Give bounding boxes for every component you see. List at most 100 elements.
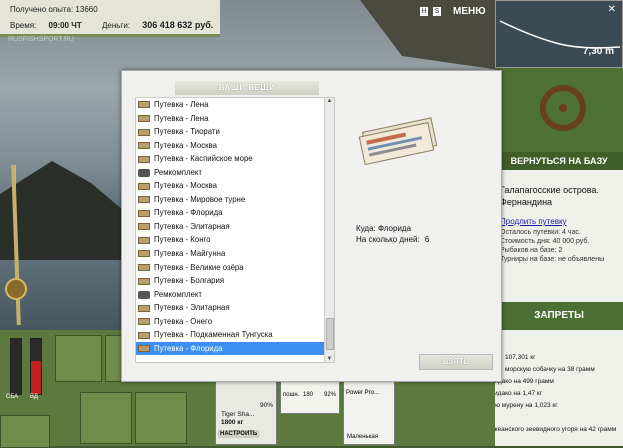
list-item[interactable]: Путевка - Болгария [136,274,334,288]
location-line2: Фернандина [500,197,553,207]
depth-value: 7,30 m [582,46,614,57]
dialog-title: ВАШИ ВЕЩИ [175,81,319,95]
list-item-label: Путевка - Флорида [154,343,223,353]
list-item[interactable]: Путевка - Тиорати [136,125,334,139]
ticket-image [358,117,438,166]
scroll-up-icon[interactable]: ▲ [325,98,334,104]
tackle-reel-caption: Маленькая [347,434,379,440]
exp-value: 13660 [75,5,98,14]
time-money-row: Время: 09:00 ЧТ Деньги: 306 418 632 руб. [10,20,220,30]
base-info: Осталось путевки: 4 час. Стоимость дня: … [500,228,604,264]
ticket-icon [138,182,150,190]
list-item[interactable]: Путевка - Майгунна [136,247,334,261]
list-item[interactable]: Путевка - Флорида [136,206,334,220]
list-item[interactable]: Путевка - Элитарная [136,220,334,234]
items-list[interactable]: Путевка - Лена Путевка - Лена Путевка - Ти… [135,97,335,363]
site-watermark: RUSFISHSPORT.RU [8,36,74,43]
list-item[interactable]: Путевка - Конго [136,233,334,247]
prolong-ticket-link[interactable]: Продлить путевку [500,217,567,226]
info-line: Рыбаков на базе: 2 [500,247,563,254]
info-line: Стоимость дня: 40 000 руб. [500,238,590,245]
list-scrollbar[interactable]: ▲ ▼ [324,98,334,362]
list-item[interactable]: Путевка - Москва [136,179,334,193]
ticket-details: Куда: Флорида На сколько дней: 6 [356,223,429,245]
scroll-thumb[interactable] [326,318,334,350]
list-item[interactable]: Путевка - Лена [136,112,334,126]
list-item[interactable]: Путевка - Мировое турне [136,193,334,207]
list-item[interactable]: Ремкомплект [136,288,334,302]
list-item[interactable]: Путевка - Лена [136,98,334,112]
info-line: Турниры на базе: не объявлены [500,256,605,263]
tackle-percent: 90% [259,402,273,409]
ticket-icon [138,142,150,150]
repair-kit-icon [138,168,150,177]
ship-wheel-icon[interactable] [540,85,586,131]
menu-button[interactable]: МЕНЮ [453,6,486,17]
list-item-label: Путевка - Москва [154,140,217,150]
reel-icon [5,278,27,300]
list-item-label: Путевка - Подкаменная Тунгуска [154,330,273,340]
bucket-slot[interactable] [135,392,187,444]
list-item[interactable]: Путевка - Флорида [136,341,334,356]
list-item-label: Путевка - Болгария [154,276,225,286]
basket-slot[interactable] [80,392,132,444]
tackle-slot-line[interactable]: пошн. 180 92% [280,377,340,414]
list-item[interactable]: Путевка - Онего [136,315,334,329]
time-value: 09:00 ЧТ [48,21,82,30]
hud-bar: Получено опыта: 13660 Время: 09:00 ЧТ Де… [0,0,220,37]
list-item-label: Путевка - Москва [154,181,217,191]
time-label: Время: [10,21,37,30]
info-line: Осталось путевки: 4 час. [500,229,581,236]
ticket-icon [138,223,150,231]
bans-button[interactable]: ЗАПРЕТЫ [495,302,623,330]
close-icon[interactable]: ✕ [608,4,616,15]
list-item-label: Путевка - Онего [154,316,213,326]
tackle-slot-reel[interactable]: Power Pro... Маленькая [343,377,395,445]
exp-row: Получено опыта: 13660 [10,5,98,14]
meter-right-label: ВД [30,394,38,400]
ticket-icon [138,155,150,163]
pot-slot[interactable] [0,415,50,448]
ticket-icon [138,196,150,204]
scroll-down-icon[interactable]: ▼ [325,356,334,362]
ticket-icon [138,304,150,312]
repair-kit-icon [138,290,150,299]
list-item-label: Путевка - Мировое турне [154,194,246,204]
tension-meter-right [30,338,42,395]
tackle-weight: 1800 кг [221,419,244,426]
help-icon[interactable]: H [420,7,428,16]
tackle-line-value: 180 [303,392,314,398]
list-item-label: Путевка - Майгунна [154,249,226,259]
take-button[interactable]: ВЗЯТЬ [419,354,493,370]
setup-button[interactable]: НАСТРОИТЬ [218,430,260,438]
list-item-label: Путевка - Элитарная [154,303,230,313]
money-label: Деньги: [101,21,131,30]
ticket-icon [138,114,150,122]
list-item-label: Путевка - Тиорати [154,127,220,137]
list-item-label: Путевка - Элитарная [154,221,230,231]
days-value: 6 [424,235,430,244]
list-item[interactable]: Путевка - Элитарная [136,301,334,315]
sound-icon[interactable]: S [433,7,441,16]
where-label: Куда: [356,224,376,233]
list-item-label: Путевка - Каспийское море [154,154,253,164]
tackle-reel-name: Power Pro... [346,390,380,396]
list-item-label: Путевка - Конго [154,235,211,245]
depth-profile [499,20,621,49]
return-to-base-button[interactable]: ВЕРНУТЬСЯ НА БАЗУ [495,152,623,170]
location-line1: Галапагосские острова. [500,185,599,195]
backpack-slot[interactable] [55,335,102,382]
ticket-icon [138,250,150,258]
list-item[interactable]: Путевка - Подкаменная Тунгуска [136,328,334,342]
list-item[interactable]: Путевка - Великие озёра [136,261,334,275]
list-item[interactable]: Путевка - Москва [136,139,334,153]
list-item-label: Ремкомплект [154,289,202,299]
ticket-icon [138,209,150,217]
depth-graph: ✕ 7,30 m [495,0,623,68]
list-item-label: Путевка - Лена [154,113,209,123]
tension-meter-left [10,338,22,395]
list-item[interactable]: Путевка - Каспийское море [136,152,334,166]
list-item[interactable]: Ремкомплект [136,166,334,180]
list-item-label: Путевка - Великие озёра [154,262,244,272]
ticket-icon [138,101,150,109]
